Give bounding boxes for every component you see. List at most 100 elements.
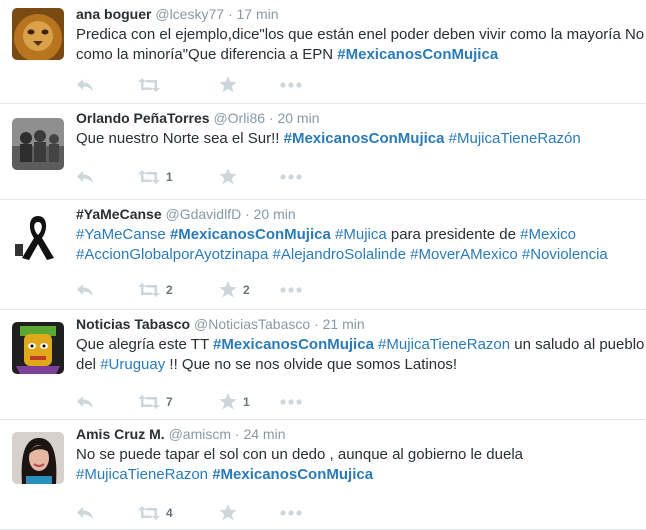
hashtag-link[interactable]: #MexicanosConMujica xyxy=(337,46,498,63)
author-name[interactable]: Amis Cruz M. xyxy=(76,426,165,442)
avatar-black-ribbon xyxy=(12,210,64,262)
retweet-icon xyxy=(138,506,160,520)
avatar[interactable] xyxy=(12,8,64,60)
hashtag-link[interactable]: #MexicanosConMujica xyxy=(213,336,374,353)
hashtag-link[interactable]: #AccionGlobalporAyotzinapa xyxy=(76,246,268,263)
retweet-icon xyxy=(138,78,160,92)
tweet-timestamp[interactable]: 20 min xyxy=(254,206,296,222)
avatar[interactable] xyxy=(12,432,64,484)
text-segment: un saludo al pueblo xyxy=(510,336,645,353)
retweet-button[interactable] xyxy=(138,78,166,92)
favorite-icon xyxy=(219,281,237,298)
hashtag-link[interactable]: #MexicanosConMujica xyxy=(284,130,445,147)
tweet-text: Predica con el ejemplo,dice"los que está… xyxy=(76,25,644,65)
favorite-icon xyxy=(219,504,237,521)
tweet-text: #YaMeCanse #MexicanosConMujica #Mujica p… xyxy=(76,225,634,265)
hashtag-link[interactable]: #MexicanosConMujica xyxy=(212,466,373,483)
more-button[interactable] xyxy=(280,287,302,293)
favorite-icon xyxy=(219,76,237,93)
retweet-button[interactable]: 2 xyxy=(138,283,173,297)
favorite-icon xyxy=(219,168,237,185)
separator-dot: · xyxy=(245,206,250,222)
tweet-text: No se puede tapar el sol con un dedo , a… xyxy=(76,445,634,485)
reply-button[interactable] xyxy=(76,283,94,297)
avatar-mask-logo xyxy=(12,322,64,374)
reply-icon xyxy=(76,170,94,184)
retweet-count: 4 xyxy=(166,506,173,520)
tweet-text-line: Predica con el ejemplo,dice"los que está… xyxy=(76,25,644,45)
tweet-text: Que alegría este TT #MexicanosConMujica … xyxy=(76,335,644,375)
favorite-icon xyxy=(219,393,237,410)
hashtag-link[interactable]: #MoverAMexico xyxy=(410,246,518,263)
tweet-text-line: No se puede tapar el sol con un dedo , a… xyxy=(76,445,634,465)
author-handle[interactable]: @Orli86 xyxy=(213,110,265,126)
tweet-text-line: del #Uruguay !! Que no se nos olvide que… xyxy=(76,355,634,375)
hashtag-link[interactable]: #Mexico xyxy=(520,226,576,243)
reply-icon xyxy=(76,283,94,297)
text-segment: Que alegría este TT xyxy=(76,336,214,353)
retweet-button[interactable]: 1 xyxy=(138,170,173,184)
hashtag-link[interactable]: #YaMeCanse xyxy=(76,226,166,243)
avatar[interactable] xyxy=(12,118,64,170)
more-icon xyxy=(280,174,302,180)
favorite-count: 2 xyxy=(243,282,250,297)
more-button[interactable] xyxy=(280,174,302,180)
hashtag-link[interactable]: #AlejandroSolalinde xyxy=(273,246,406,263)
author-name[interactable]: Noticias Tabasco xyxy=(76,316,190,332)
favorite-button[interactable] xyxy=(219,168,243,185)
separator-dot: · xyxy=(268,110,274,126)
more-icon xyxy=(280,510,302,516)
more-button[interactable] xyxy=(280,510,302,516)
favorite-button[interactable] xyxy=(219,76,243,93)
tweet[interactable]: ana boguer @lcesky77 · 17 min Predica con… xyxy=(0,0,646,104)
hashtag-link[interactable]: #Noviolencia xyxy=(522,246,608,263)
separator-dot: · xyxy=(234,426,240,442)
author-name[interactable]: ana boguer xyxy=(76,6,151,22)
reply-button[interactable] xyxy=(76,506,94,520)
more-button[interactable] xyxy=(280,82,302,88)
author-handle[interactable]: @amiscm xyxy=(169,426,231,442)
hashtag-link[interactable]: #MujicaTieneRazon xyxy=(76,466,208,483)
retweet-icon xyxy=(138,170,160,184)
hashtag-link[interactable]: #MujicaTieneRazón xyxy=(449,130,581,147)
tweet[interactable]: Orlando PeñaTorres @Orli86 · 20 min Que n… xyxy=(0,104,646,200)
tweet[interactable]: Amis Cruz M. @amiscm · 24 min No se puede… xyxy=(0,420,646,530)
tweet-text: Que nuestro Norte sea el Sur!! #Mexicano… xyxy=(76,129,634,149)
text-segment: del xyxy=(76,356,101,373)
tweet-timestamp[interactable]: 17 min xyxy=(237,6,279,22)
reply-button[interactable] xyxy=(76,170,94,184)
favorite-button[interactable]: 1 xyxy=(219,393,250,410)
tweet[interactable]: Noticias Tabasco @NoticiasTabasco · 21 m… xyxy=(0,310,646,420)
more-icon xyxy=(280,399,302,405)
retweet-button[interactable]: 4 xyxy=(138,506,173,520)
reply-button[interactable] xyxy=(76,395,94,409)
more-button[interactable] xyxy=(280,399,302,405)
tweet-timestamp[interactable]: 24 min xyxy=(243,426,285,442)
reply-button[interactable] xyxy=(76,78,94,92)
text-segment: !! Que no se nos olvide que somos Latino… xyxy=(165,356,458,373)
avatar[interactable] xyxy=(12,322,64,374)
avatar-group-photo xyxy=(12,118,64,170)
retweet-button[interactable]: 7 xyxy=(138,395,173,409)
author-name[interactable]: Orlando PeñaTorres xyxy=(76,110,210,126)
author-handle[interactable]: @GdavidlfD xyxy=(166,206,242,222)
tweet-timestamp[interactable]: 21 min xyxy=(323,316,365,332)
hashtag-link[interactable]: #MujicaTieneRazon xyxy=(378,336,510,353)
hashtag-link[interactable]: #MexicanosConMujica xyxy=(170,226,331,243)
retweet-icon xyxy=(138,283,160,297)
author-name[interactable]: #YaMeCanse xyxy=(76,206,162,222)
tweet[interactable]: #YaMeCanse @GdavidlfD · 20 min #YaMeCanse… xyxy=(0,200,646,310)
hashtag-link[interactable]: #Uruguay xyxy=(100,356,165,373)
tweet-header: ana boguer @lcesky77 · 17 min xyxy=(76,5,279,23)
hashtag-link[interactable]: #Mujica xyxy=(335,226,387,243)
author-handle[interactable]: @lcesky77 xyxy=(155,6,224,22)
tweet-timestamp[interactable]: 20 min xyxy=(277,110,319,126)
tweet-text-line: #AccionGlobalporAyotzinapa #AlejandroSol… xyxy=(76,245,634,265)
tweet-text-line: Que alegría este TT #MexicanosConMujica … xyxy=(76,335,644,355)
favorite-button[interactable] xyxy=(219,504,243,521)
author-handle[interactable]: @NoticiasTabasco xyxy=(194,316,310,332)
avatar[interactable] xyxy=(12,210,64,262)
favorite-button[interactable]: 2 xyxy=(219,281,250,298)
tweet-timeline: ana boguer @lcesky77 · 17 min Predica con… xyxy=(0,0,646,530)
text-segment: Que nuestro Norte sea el Sur!! xyxy=(76,130,284,147)
